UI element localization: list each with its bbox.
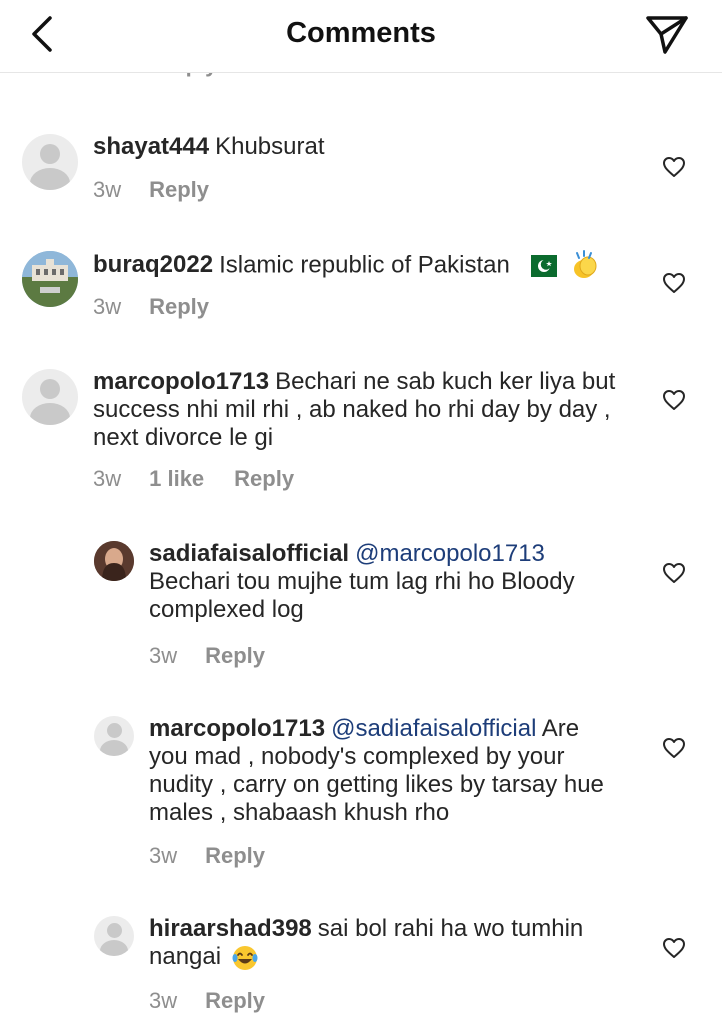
heart-like-icon[interactable]: [662, 737, 686, 759]
comment-meta: 3w Reply: [149, 843, 265, 869]
comment-body: Islamic republic of Pakistan: [219, 251, 510, 279]
comment-meta: 3w Reply: [93, 177, 209, 203]
avatar[interactable]: [22, 251, 78, 307]
comment-meta: 3w Reply: [149, 643, 265, 669]
heart-like-icon[interactable]: [662, 272, 686, 294]
avatar-photo-icon: [22, 251, 78, 307]
comment-time: 3w: [93, 294, 122, 319]
comment-username[interactable]: hiraarshad398: [149, 915, 312, 942]
comment-body: Khubsurat: [215, 133, 325, 160]
comment-text: hiraarshad398 sai bol rahi ha wo tumhin n…: [149, 915, 619, 971]
comment-time: 3w: [93, 466, 122, 491]
comment-text: marcopolo1713 @sadiafaisalofficial Are yo…: [149, 715, 619, 827]
comment-text: buraq2022 Islamic republic of Pakistan: [93, 250, 653, 282]
reply-button[interactable]: Reply: [149, 294, 209, 319]
comment-body: Bechari tou mujhe tum lag rhi ho Bloody …: [149, 568, 575, 623]
avatar[interactable]: [94, 916, 134, 956]
likes-count[interactable]: 1 like: [149, 466, 204, 491]
reply-button[interactable]: Reply: [149, 177, 209, 202]
comment-text: marcopolo1713 Bechari ne sab kuch ker liy…: [93, 368, 638, 452]
clapping-hands-icon: [574, 250, 597, 278]
avatar[interactable]: [94, 716, 134, 756]
heart-like-icon[interactable]: [662, 156, 686, 178]
reply-button[interactable]: Reply: [205, 988, 265, 1013]
comment-username[interactable]: buraq2022: [93, 251, 213, 278]
header-bar: Comments: [0, 0, 722, 73]
reply-button[interactable]: Reply: [205, 843, 265, 868]
comment-username[interactable]: sadiafaisalofficial: [149, 540, 349, 567]
comment-time: 3w: [93, 177, 122, 202]
comment-time: 3w: [149, 643, 178, 668]
mention-link[interactable]: @marcopolo1713: [355, 540, 545, 567]
pakistan-flag-icon: [522, 255, 557, 277]
comment-meta: 3w 1 like Reply: [93, 466, 294, 492]
avatar[interactable]: [94, 541, 134, 581]
heart-like-icon[interactable]: [662, 389, 686, 411]
page-title: Comments: [286, 17, 436, 49]
reply-button[interactable]: Reply: [234, 466, 294, 491]
avatar[interactable]: [22, 134, 78, 190]
comment-username[interactable]: marcopolo1713: [93, 368, 269, 395]
send-direct-icon[interactable]: [644, 12, 690, 56]
heart-like-icon[interactable]: [662, 562, 686, 584]
heart-like-icon[interactable]: [662, 937, 686, 959]
comment-time: 3w: [149, 988, 178, 1013]
comment-text: sadiafaisalofficial @marcopolo1713 Bechari…: [149, 540, 639, 624]
avatar-photo-icon: [94, 541, 134, 581]
comment-username[interactable]: shayat444: [93, 133, 209, 160]
mention-link[interactable]: @sadiafaisalofficial: [331, 715, 536, 742]
comment-text: shayat444 Khubsurat: [93, 133, 633, 161]
comment-time: 3w: [149, 843, 178, 868]
laughing-tears-emoji-icon: [232, 945, 258, 970]
comment-meta: 3w Reply: [149, 988, 265, 1014]
avatar[interactable]: [22, 369, 78, 425]
comment-meta: 3w Reply: [93, 294, 209, 320]
comment-username[interactable]: marcopolo1713: [149, 715, 325, 742]
reply-button[interactable]: Reply: [205, 643, 265, 668]
